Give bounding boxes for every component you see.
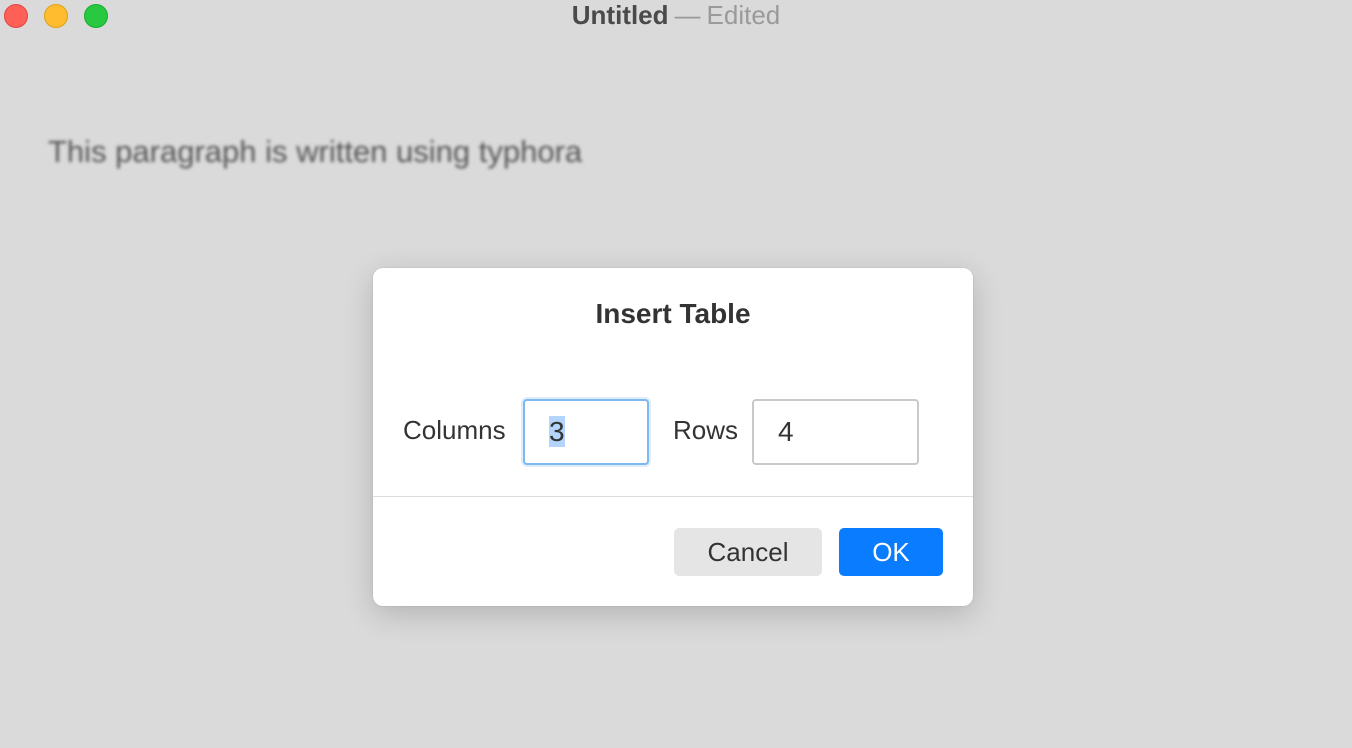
document-state: Edited [706, 0, 781, 30]
columns-input-value: 3 [549, 416, 565, 447]
app-window: Untitled — Edited This paragraph is writte… [0, 0, 1352, 748]
cancel-button[interactable]: Cancel [674, 528, 822, 576]
ok-button[interactable]: OK [839, 528, 943, 576]
rows-input[interactable]: 4 [752, 399, 919, 465]
title-separator: — [674, 0, 701, 30]
title-bar: Untitled — Edited [0, 0, 1352, 32]
window-title: Untitled — Edited [0, 0, 1352, 30]
insert-table-dialog: Insert Table Columns 3 Rows 4 Cancel OK [373, 268, 973, 606]
columns-input[interactable]: 3 [523, 399, 649, 465]
dialog-divider [373, 496, 973, 497]
editor-paragraph[interactable]: This paragraph is written using typhora [48, 134, 582, 170]
rows-label: Rows [673, 415, 739, 445]
columns-label: Columns [403, 415, 506, 445]
rows-input-value: 4 [778, 416, 794, 447]
dialog-title: Insert Table [595, 298, 751, 329]
document-name: Untitled [571, 0, 669, 30]
